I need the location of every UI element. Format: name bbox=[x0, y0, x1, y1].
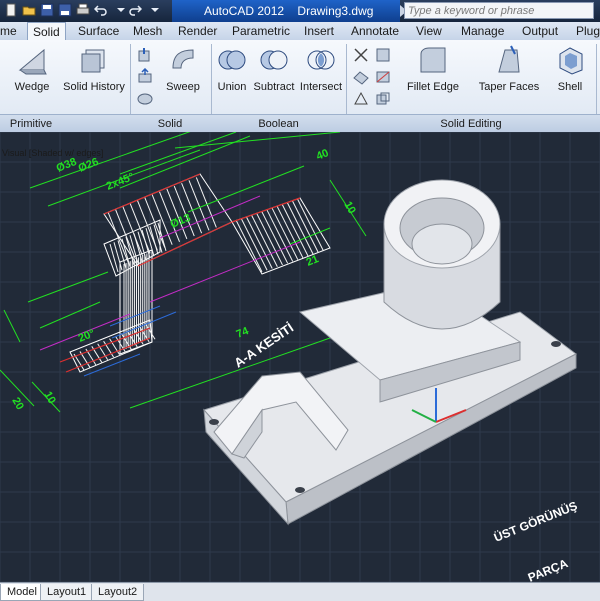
section-view: Ø38 Ø26 2x45° Ø13 40 10 21 74 20 10 20° … bbox=[0, 132, 367, 413]
drawing-canvas[interactable]: Ø38 Ø26 2x45° Ø13 40 10 21 74 20 10 20° … bbox=[0, 132, 600, 582]
window-title: AutoCAD 2012 Drawing3.dwg bbox=[172, 0, 400, 22]
dim-d2: Ø26 bbox=[77, 156, 101, 175]
view-label-part: PARÇA bbox=[526, 556, 570, 582]
tab-render[interactable]: Render bbox=[178, 22, 217, 40]
panel-title-primitive[interactable]: Primitive bbox=[0, 115, 62, 133]
taper-faces-icon bbox=[498, 45, 520, 73]
sweep-button[interactable]: Sweep bbox=[160, 44, 206, 93]
solid-history-icon bbox=[81, 49, 105, 73]
plot-icon[interactable] bbox=[76, 3, 90, 17]
subtract-label: Subtract bbox=[253, 81, 295, 93]
ribbon-panel-titles: Primitive Solid Boolean Solid Editing bbox=[0, 114, 600, 133]
thicken-small-icon[interactable] bbox=[352, 90, 370, 113]
tab-view[interactable]: View bbox=[416, 22, 442, 40]
viewport-controls[interactable]: Visual [Shaded w/ edges] bbox=[2, 148, 103, 158]
panel-title-solid[interactable]: Solid bbox=[130, 115, 210, 133]
intersect-button[interactable]: Intersect bbox=[298, 44, 344, 93]
redo-dropdown-icon[interactable] bbox=[148, 3, 162, 17]
redo-icon[interactable] bbox=[128, 3, 143, 17]
save-icon[interactable] bbox=[40, 3, 54, 17]
layout-tab-bar: Model Layout1 Layout2 bbox=[0, 582, 600, 601]
sweep-label: Sweep bbox=[166, 81, 200, 93]
hatch-lines bbox=[73, 177, 324, 371]
taper-faces-label: Taper Faces bbox=[478, 81, 540, 93]
extract-edges-small-icon[interactable] bbox=[352, 68, 370, 91]
tab-model[interactable]: Model bbox=[0, 584, 44, 601]
dimension-lines bbox=[0, 132, 367, 413]
dim-d10: 10 bbox=[41, 390, 58, 407]
extrude-small-icon[interactable] bbox=[136, 46, 154, 69]
tab-solid[interactable]: Solid bbox=[27, 22, 66, 40]
dim-d5: 40 bbox=[315, 147, 331, 163]
separate-small-icon[interactable] bbox=[374, 46, 392, 69]
tab-insert[interactable]: Insert bbox=[304, 22, 334, 40]
tab-output[interactable]: Output bbox=[522, 22, 558, 40]
solid-history-label: Solid History bbox=[63, 81, 125, 93]
drawing-viewport[interactable]: Ø38 Ø26 2x45° Ø13 40 10 21 74 20 10 20° … bbox=[0, 132, 600, 582]
tab-layout1[interactable]: Layout1 bbox=[40, 584, 94, 601]
wedge-button[interactable]: Wedge bbox=[6, 44, 58, 93]
revolve-small-icon[interactable] bbox=[136, 90, 154, 113]
tab-layout2[interactable]: Layout2 bbox=[91, 584, 145, 601]
union-button[interactable]: Union bbox=[214, 44, 250, 93]
fillet-edge-icon bbox=[420, 47, 446, 73]
tab-manage[interactable]: Manage bbox=[461, 22, 504, 40]
intersect-label: Intersect bbox=[299, 81, 343, 93]
view-label-top: ÜST GÖRÜNÜŞ bbox=[492, 498, 580, 545]
new-icon[interactable] bbox=[4, 3, 18, 17]
undo-dropdown-icon[interactable] bbox=[114, 3, 128, 17]
press-pull-small-icon[interactable] bbox=[136, 67, 154, 91]
dim-d8: 74 bbox=[235, 325, 252, 341]
tab-surface[interactable]: Surface bbox=[78, 22, 119, 40]
document-title: Drawing3.dwg bbox=[297, 4, 374, 18]
dim-d7: 21 bbox=[305, 253, 321, 269]
wedge-icon bbox=[18, 48, 47, 75]
title-bar: AutoCAD 2012 Drawing3.dwg Type a keyword… bbox=[0, 0, 600, 22]
intersect-icon bbox=[307, 50, 335, 70]
open-icon[interactable] bbox=[22, 3, 36, 17]
imprint-small-icon[interactable] bbox=[352, 46, 370, 69]
fillet-edge-button[interactable]: Fillet Edge bbox=[400, 44, 466, 93]
app-title: AutoCAD 2012 bbox=[204, 4, 285, 18]
tab-home[interactable]: me bbox=[0, 22, 17, 40]
panel-title-solid-editing[interactable]: Solid Editing bbox=[346, 115, 596, 133]
dim-d4: Ø13 bbox=[169, 212, 193, 231]
undo-icon[interactable] bbox=[93, 3, 108, 17]
shell-button[interactable]: Shell bbox=[550, 44, 590, 93]
fillet-edge-label: Fillet Edge bbox=[407, 81, 459, 93]
union-label: Union bbox=[217, 81, 247, 93]
solid-history-button[interactable]: Solid History bbox=[60, 44, 128, 93]
wedge-label: Wedge bbox=[14, 81, 50, 93]
slice-small-icon[interactable] bbox=[374, 68, 392, 91]
ribbon-tabs: me Solid Surface Mesh Render Parametric … bbox=[0, 22, 600, 41]
dim-d9: 20 bbox=[9, 396, 26, 413]
taper-faces-button[interactable]: Taper Faces bbox=[472, 44, 546, 93]
interfere-small-icon[interactable] bbox=[374, 90, 392, 113]
tab-plugins[interactable]: Plug bbox=[576, 22, 600, 40]
tab-parametric[interactable]: Parametric bbox=[232, 22, 290, 40]
subtract-icon bbox=[260, 50, 288, 70]
subtract-button[interactable]: Subtract bbox=[252, 44, 296, 93]
shell-icon bbox=[559, 47, 583, 75]
save-as-icon[interactable] bbox=[58, 3, 72, 17]
panel-title-boolean[interactable]: Boolean bbox=[211, 115, 346, 133]
shell-label: Shell bbox=[557, 81, 583, 93]
tab-mesh[interactable]: Mesh bbox=[133, 22, 162, 40]
search-input[interactable]: Type a keyword or phrase bbox=[404, 2, 594, 19]
tab-annotate[interactable]: Annotate bbox=[351, 22, 399, 40]
union-icon bbox=[218, 50, 246, 70]
sweep-icon bbox=[172, 49, 194, 69]
